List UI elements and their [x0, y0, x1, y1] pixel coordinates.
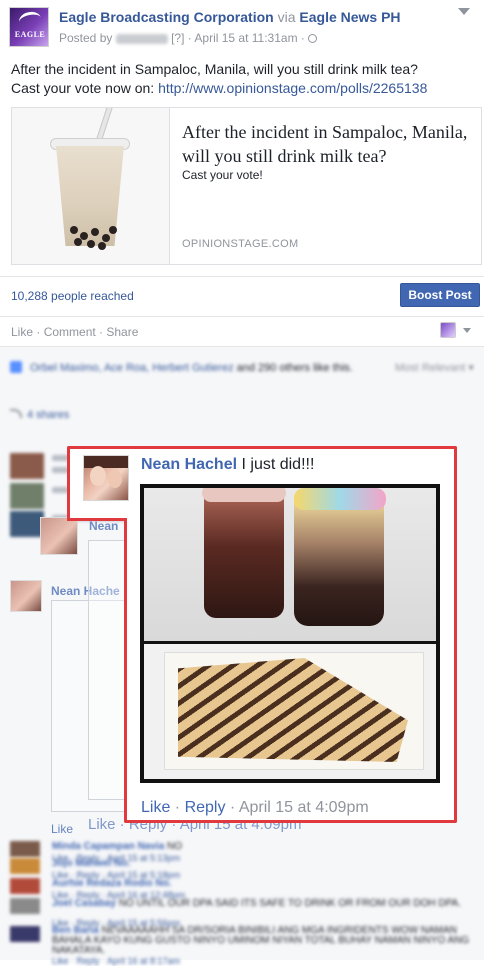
globe-icon	[308, 34, 318, 43]
comment-author-name[interactable]: Nean Hachel	[141, 456, 237, 473]
post-meta: Posted by [?] · April 15 at 11:31am ·	[59, 31, 318, 45]
pearl	[70, 226, 78, 234]
comment-text: I just did!!!	[237, 456, 315, 473]
milk-tea-drink-shape	[294, 496, 384, 626]
comment-actions: Like · Reply · April 15 at 4:09pm	[141, 799, 369, 816]
link-preview-card[interactable]: After the incident in Sampaloc, Manila, …	[11, 107, 482, 265]
card-domain: OPINIONSTAGE.COM	[182, 238, 299, 250]
milk-tea-image[interactable]	[12, 108, 170, 264]
likes-tail: and 290 others like this.	[233, 362, 353, 374]
post-actions: Like · Comment · Share	[11, 325, 139, 339]
pearl	[109, 226, 117, 234]
actor-avatar-icon[interactable]	[440, 322, 456, 338]
post-header: EAGLE Eagle Broadcasting Corporation via…	[0, 0, 484, 60]
thumbs-up-icon	[10, 361, 22, 373]
poll-link[interactable]: http://www.opinionstage.com/polls/226513…	[158, 80, 427, 96]
highlighted-comment: Nean Hachel I just did!!!	[141, 456, 314, 474]
sandwich-photo	[144, 644, 436, 779]
avatar	[10, 483, 44, 509]
comment-meta[interactable]: Like · Reply · April 16 at 8:17am	[52, 956, 180, 966]
via-page-link[interactable]: Eagle News PH	[299, 9, 400, 25]
likers-names[interactable]: Orbel Maximo, Ace Roa, Herbert Gutierez	[30, 362, 234, 374]
boost-post-button[interactable]: Boost Post	[400, 283, 480, 307]
post-text-line-2: Cast your vote now on: http://www.opinio…	[11, 80, 428, 96]
pearl	[98, 242, 106, 250]
chocolate-drink-shape	[204, 488, 284, 618]
reach-count[interactable]: 10,288 people reached	[11, 289, 134, 303]
avatar	[10, 453, 44, 479]
pearl	[74, 238, 82, 246]
page-name-link[interactable]: Eagle Broadcasting Corporation	[59, 9, 274, 25]
pearl	[91, 228, 99, 236]
comment-author[interactable]: Jojo Mahwel No.	[52, 858, 130, 869]
faint-like-link[interactable]: Like	[51, 822, 73, 836]
comment-timestamp[interactable]: April 15 at 4:09pm	[239, 799, 369, 816]
posted-by-label: Posted by	[59, 31, 113, 45]
post-text-line-1: After the incident in Sampaloc, Manila, …	[11, 61, 418, 77]
share-link[interactable]: Share	[106, 325, 138, 339]
comment-reply-link[interactable]: Reply	[185, 799, 226, 816]
poster-name-redacted	[115, 33, 168, 44]
chevron-down-icon[interactable]	[458, 8, 470, 15]
avatar	[10, 898, 40, 914]
pearl	[87, 240, 95, 248]
commenter-avatar[interactable]	[83, 455, 129, 501]
highlight-frame	[67, 518, 127, 521]
card-description: Cast your vote!	[182, 168, 263, 182]
avatar	[10, 511, 44, 537]
drinks-photo	[144, 488, 436, 641]
comment-author[interactable]: Joel Casabay	[52, 898, 116, 909]
comment-like-link[interactable]: Like	[141, 799, 170, 816]
share-icon	[10, 409, 22, 418]
faint-photo-frame	[88, 540, 128, 800]
pearl	[102, 234, 110, 242]
shares-count[interactable]: 4 shares	[10, 409, 69, 421]
divider	[0, 276, 484, 277]
comment-author[interactable]: Minda Capampan Navia	[52, 841, 164, 852]
post-text: After the incident in Sampaloc, Manila, …	[11, 60, 481, 98]
comment-author[interactable]: Aurhie Redaza Rodio No.	[52, 878, 171, 889]
divider	[0, 316, 484, 317]
avatar	[10, 580, 42, 612]
card-title[interactable]: After the incident in Sampaloc, Manila, …	[182, 120, 477, 168]
chevron-down-icon[interactable]	[463, 328, 471, 333]
sort-menu[interactable]: Most Relevant ▾	[395, 361, 474, 375]
avatar	[40, 517, 78, 555]
logo-text: EAGLE	[14, 30, 46, 39]
faint-author-name: Nean	[89, 519, 119, 533]
avatar	[10, 858, 40, 874]
comment-link[interactable]: Comment	[44, 325, 96, 339]
post-header-title: Eagle Broadcasting Corporation via Eagle…	[59, 9, 401, 25]
avatar	[10, 878, 40, 894]
page-avatar[interactable]: EAGLE	[9, 7, 49, 47]
avatar	[10, 926, 40, 942]
like-link[interactable]: Like	[11, 325, 33, 339]
avatar	[10, 841, 40, 857]
via-label: via	[277, 9, 296, 25]
eagle-logo-icon	[17, 9, 43, 31]
comment-photo[interactable]	[140, 484, 440, 783]
post-timestamp[interactable]: [?] · April 15 at 11:31am ·	[171, 31, 305, 45]
